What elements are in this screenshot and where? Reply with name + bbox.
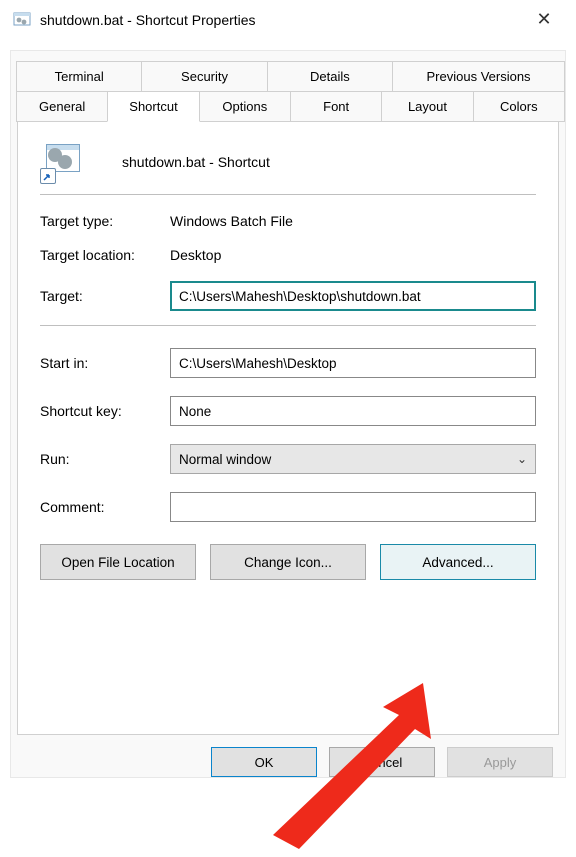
comment-input[interactable] xyxy=(170,492,536,522)
target-input[interactable] xyxy=(170,281,536,311)
run-select-value: Normal window xyxy=(179,452,271,467)
advanced-button[interactable]: Advanced... xyxy=(380,544,536,580)
shortcut-key-input[interactable] xyxy=(170,396,536,426)
cancel-button[interactable]: Cancel xyxy=(329,747,435,777)
value-target-location: Desktop xyxy=(170,247,536,263)
divider xyxy=(40,325,536,326)
start-in-input[interactable] xyxy=(170,348,536,378)
tab-font[interactable]: Font xyxy=(290,91,382,122)
label-start-in: Start in: xyxy=(40,355,170,371)
chevron-down-icon: ⌄ xyxy=(517,452,527,466)
label-target-type: Target type: xyxy=(40,213,170,229)
tab-colors[interactable]: Colors xyxy=(473,91,565,122)
titlebar: shutdown.bat - Shortcut Properties ✕ xyxy=(0,0,576,40)
dialog-body: Terminal Security Details Previous Versi… xyxy=(10,50,566,778)
divider xyxy=(40,194,536,195)
tab-strip: Terminal Security Details Previous Versi… xyxy=(11,51,565,122)
tab-security[interactable]: Security xyxy=(141,61,267,91)
tab-layout[interactable]: Layout xyxy=(381,91,473,122)
label-comment: Comment: xyxy=(40,499,170,515)
label-target: Target: xyxy=(40,288,170,304)
label-target-location: Target location: xyxy=(40,247,170,263)
open-file-location-button[interactable]: Open File Location xyxy=(40,544,196,580)
tab-panel-shortcut: shutdown.bat - Shortcut Target type: Win… xyxy=(17,122,559,735)
shortcut-icon xyxy=(40,140,84,184)
window-icon xyxy=(12,10,32,30)
shortcut-overlay-arrow-icon xyxy=(40,168,56,184)
dialog-footer: OK Cancel Apply xyxy=(11,735,565,777)
change-icon-button[interactable]: Change Icon... xyxy=(210,544,366,580)
tab-terminal[interactable]: Terminal xyxy=(16,61,142,91)
ok-button[interactable]: OK xyxy=(211,747,317,777)
value-target-type: Windows Batch File xyxy=(170,213,536,229)
shortcut-name: shutdown.bat - Shortcut xyxy=(122,154,270,170)
window-title: shutdown.bat - Shortcut Properties xyxy=(40,12,524,28)
tab-previous-versions[interactable]: Previous Versions xyxy=(392,61,565,91)
tab-shortcut[interactable]: Shortcut xyxy=(107,91,199,122)
run-select[interactable]: Normal window ⌄ xyxy=(170,444,536,474)
tab-general[interactable]: General xyxy=(16,91,108,122)
label-run: Run: xyxy=(40,451,170,467)
close-button[interactable]: ✕ xyxy=(524,9,564,30)
tab-options[interactable]: Options xyxy=(199,91,291,122)
apply-button[interactable]: Apply xyxy=(447,747,553,777)
tab-details[interactable]: Details xyxy=(267,61,393,91)
label-shortcut-key: Shortcut key: xyxy=(40,403,170,419)
